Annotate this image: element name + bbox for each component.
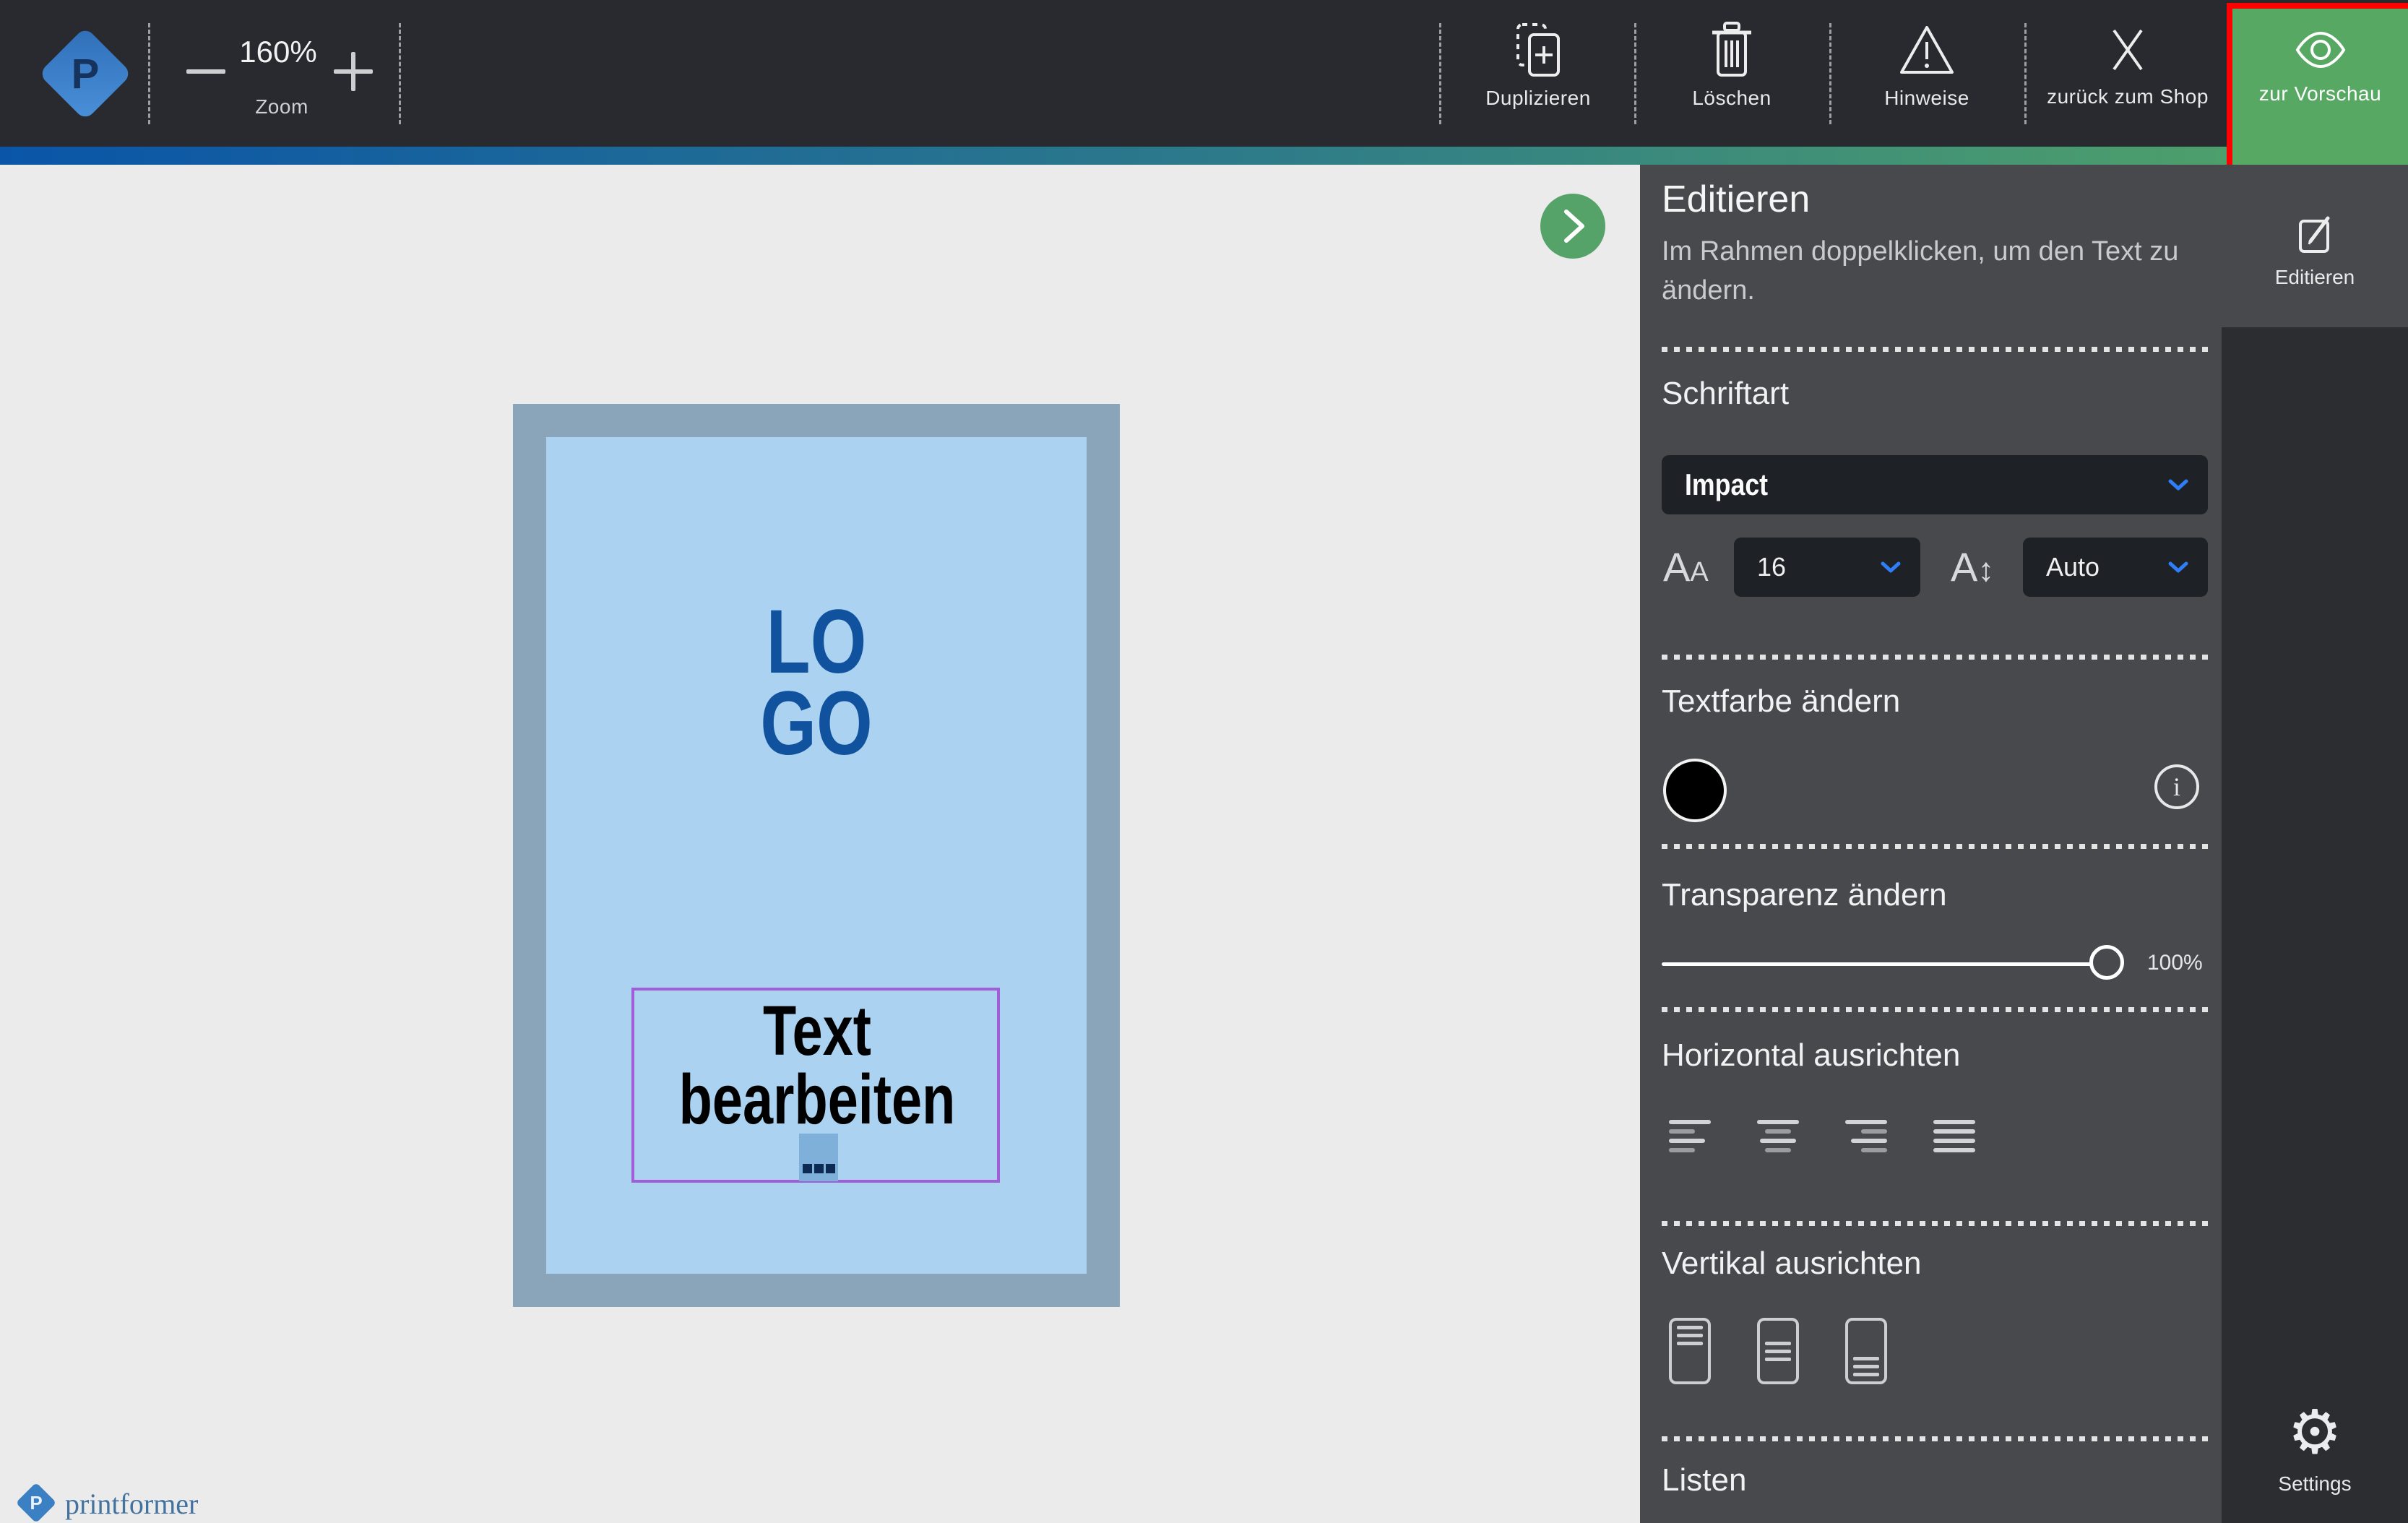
halign-section-heading: Horizontal ausrichten (1662, 1037, 1960, 1074)
delete-button[interactable]: Löschen (1649, 22, 1815, 130)
zoom-value: 160% (231, 35, 325, 69)
font-section-heading: Schriftart (1662, 376, 1789, 412)
tab-settings[interactable]: ⚙ Settings (2222, 1402, 2408, 1517)
accent-gradient-bar (0, 147, 2227, 165)
printformer-wordmark: printformer (65, 1487, 198, 1521)
valign-top-button[interactable] (1669, 1318, 1711, 1384)
text-frame[interactable]: Text bearbeiten (631, 988, 1000, 1183)
font-size-select[interactable]: 16 (1734, 538, 1920, 597)
valign-section-heading: Vertikal ausrichten (1662, 1246, 1922, 1282)
align-right-button[interactable] (1845, 1120, 1887, 1157)
chevron-down-icon (2167, 561, 2189, 574)
warning-icon (1896, 22, 1957, 78)
transparency-value: 100% (2147, 951, 2203, 975)
text-frame-text: Text bearbeiten (620, 996, 1014, 1134)
font-size-value: 16 (1757, 552, 1786, 582)
gear-icon: ⚙ (2222, 1402, 2408, 1462)
edit-icon (2292, 210, 2338, 256)
zur-vorschau-button[interactable]: zur Vorschau (2232, 9, 2408, 165)
chevron-down-icon (1880, 561, 1902, 574)
info-icon-letter: i (2173, 772, 2180, 802)
duplicate-icon (1512, 22, 1564, 78)
dotted-divider (1662, 1436, 2208, 1441)
line-height-icon: A↕ (1951, 543, 1994, 590)
align-center-button[interactable] (1757, 1120, 1799, 1157)
ellipsis-icon (803, 1164, 835, 1173)
tab-editieren[interactable]: Editieren (2222, 165, 2408, 327)
dotted-divider (1662, 1007, 2208, 1012)
tab-editieren-label: Editieren (2222, 266, 2408, 289)
zoom-out-button[interactable] (186, 69, 225, 74)
zur-vorschau-button-label: zur Vorschau (2232, 82, 2408, 105)
dotted-divider (1662, 655, 2208, 660)
lists-section-heading: Listen (1662, 1462, 1746, 1498)
duplicate-button[interactable]: Duplizieren (1454, 22, 1623, 130)
eye-icon (2292, 29, 2349, 71)
chevron-right-icon (1540, 194, 1605, 259)
toolbar-divider (1829, 23, 1831, 124)
font-size-icon: AA (1663, 543, 1709, 590)
minus-icon (186, 69, 225, 74)
line-height-select[interactable]: Auto (2023, 538, 2208, 597)
panel-description: Im Rahmen doppelklicken, um den Text zu … (1662, 233, 2196, 311)
printformer-editor: P 160% Zoom Duplizieren (0, 0, 2408, 1523)
toolbar-divider (399, 23, 401, 124)
design-card: LO GO Text bearbeiten (513, 404, 1120, 1307)
duplicate-button-label: Duplizieren (1454, 87, 1623, 110)
text-frame-options-button[interactable] (799, 1134, 838, 1181)
panel-title: Editieren (1662, 178, 1810, 221)
info-icon[interactable]: i (2154, 764, 2199, 809)
brand-logo-letter: P (52, 40, 118, 107)
printformer-logo-letter: P (22, 1488, 51, 1517)
font-family-value: Impact (1685, 467, 1768, 502)
font-family-select[interactable]: Impact (1662, 455, 2208, 514)
plus-icon (334, 52, 373, 91)
design-logo-line2: GO (600, 683, 1032, 765)
dotted-divider (1662, 844, 2208, 849)
dotted-divider (1662, 1221, 2208, 1226)
valign-bottom-button[interactable] (1845, 1318, 1887, 1384)
text-color-section-heading: Textfarbe ändern (1662, 683, 1900, 720)
toolbar-divider (148, 23, 150, 124)
toolbar-divider (1634, 23, 1636, 124)
hints-button-label: Hinweise (1844, 87, 2010, 110)
top-toolbar: P 160% Zoom Duplizieren (0, 0, 2408, 147)
transparency-slider-handle[interactable] (2089, 945, 2124, 980)
hints-button[interactable]: Hinweise (1844, 22, 2010, 130)
trash-icon (1708, 22, 1756, 78)
transparency-slider-track[interactable] (1662, 962, 2113, 966)
delete-button-label: Löschen (1649, 87, 1815, 110)
design-logo-line1: LO (600, 602, 1032, 683)
align-justify-button[interactable] (1933, 1120, 1975, 1157)
tool-tab-strip (2222, 165, 2408, 1523)
transparency-section-heading: Transparenz ändern (1662, 877, 1947, 913)
valign-middle-button[interactable] (1757, 1318, 1799, 1384)
annotation-highlight: zur Vorschau (2227, 3, 2408, 171)
toolbar-divider (1439, 23, 1441, 124)
tab-settings-label: Settings (2222, 1472, 2408, 1496)
zoom-label: Zoom (173, 95, 390, 118)
chevron-down-icon (2167, 478, 2189, 491)
toolbar-divider (2024, 23, 2027, 124)
next-page-button[interactable] (1540, 194, 1605, 259)
text-color-swatch[interactable] (1663, 759, 1727, 822)
line-height-value: Auto (2046, 552, 2100, 582)
zoom-in-button[interactable] (334, 52, 373, 91)
design-logo-text[interactable]: LO GO (546, 602, 1087, 764)
back-to-shop-button-label: zurück zum Shop (2037, 85, 2218, 108)
align-left-button[interactable] (1669, 1120, 1711, 1157)
back-to-shop-button[interactable]: zurück zum Shop (2037, 22, 2218, 130)
design-card-page: LO GO Text bearbeiten (546, 437, 1087, 1274)
dotted-divider (1662, 347, 2208, 352)
close-icon (2107, 25, 2149, 77)
